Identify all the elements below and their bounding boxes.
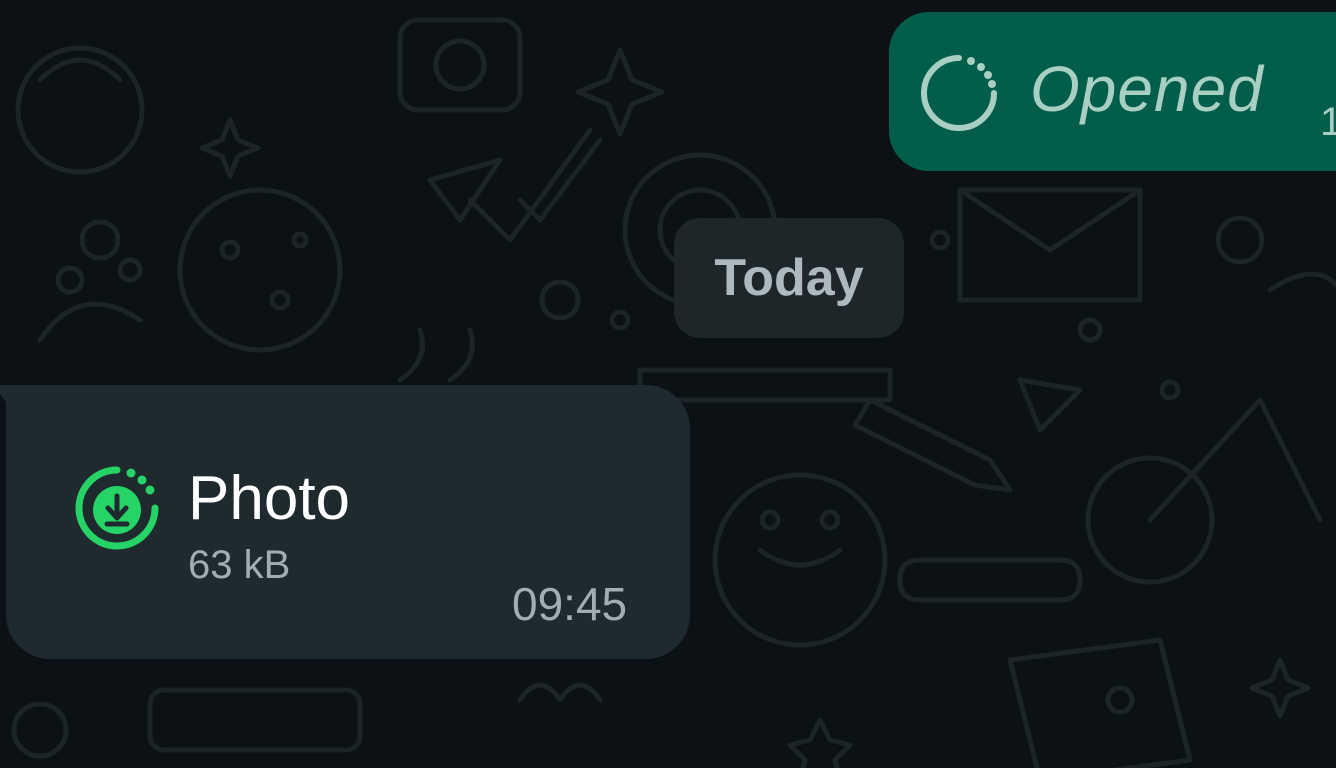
date-separator: Today bbox=[674, 218, 904, 338]
outgoing-message-time: 1 bbox=[1320, 100, 1336, 144]
date-separator-label: Today bbox=[714, 249, 864, 307]
attachment-title: Photo bbox=[188, 464, 351, 533]
download-icon[interactable] bbox=[72, 463, 162, 553]
incoming-message-time: 09:45 bbox=[512, 578, 628, 630]
incoming-message-bubble[interactable]: Photo 63 kB 09:45 bbox=[0, 385, 690, 659]
opened-label: Opened bbox=[1030, 53, 1264, 125]
bubble-tail bbox=[0, 385, 12, 411]
attachment-size: 63 kB bbox=[188, 543, 291, 587]
view-once-opened-icon bbox=[921, 55, 997, 131]
